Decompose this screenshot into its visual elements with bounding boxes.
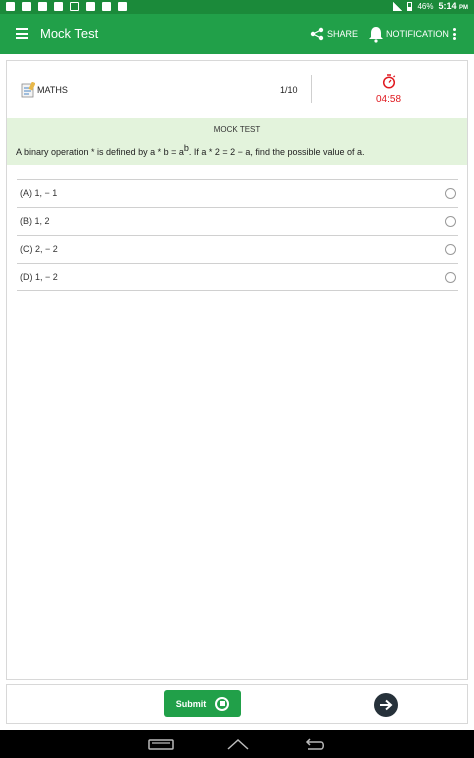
signal-icon xyxy=(393,1,403,11)
system-nav-bar xyxy=(0,730,474,758)
app-bar: Mock Test SHARE NOTIFICATION xyxy=(0,14,474,54)
clock: 5:14 PM xyxy=(438,1,468,11)
option-label: (A) 1, − 1 xyxy=(20,188,58,198)
radio-button[interactable] xyxy=(445,188,456,199)
section-label: MOCK TEST xyxy=(213,125,261,134)
option-label: (B) 1, 2 xyxy=(20,216,50,226)
question-panel: MOCK TEST A binary operation * is define… xyxy=(7,118,467,165)
share-button[interactable]: SHARE xyxy=(310,24,358,44)
option-a[interactable]: (A) 1, − 1 xyxy=(17,179,458,207)
radio-button[interactable] xyxy=(445,244,456,255)
submit-label: Submit xyxy=(175,698,207,709)
test-header: MATHS 1/10 04:58 xyxy=(7,61,467,117)
question-text: A binary operation * is defined by a * b… xyxy=(16,143,365,157)
option-label: (D) 1, − 2 xyxy=(20,272,58,282)
arrow-right-icon xyxy=(380,699,393,711)
bell-icon xyxy=(369,26,383,43)
gallery-notification-icon xyxy=(6,2,15,11)
notification-button[interactable]: NOTIFICATION xyxy=(368,24,449,44)
notification-label: NOTIFICATION xyxy=(386,29,449,39)
battery-percent: 46% xyxy=(417,1,434,11)
option-label: (C) 2, − 2 xyxy=(20,244,58,254)
submit-button[interactable]: Submit xyxy=(164,690,241,717)
radio-button[interactable] xyxy=(445,216,456,227)
stopwatch-icon xyxy=(382,74,396,89)
notification-icons xyxy=(6,2,127,11)
page-title: Mock Test xyxy=(40,26,99,41)
download-notification-icon xyxy=(70,2,79,11)
notebook-icon xyxy=(21,82,35,98)
question-card: MATHS 1/10 04:58 MOCK TEST A binary oper… xyxy=(6,60,468,680)
bottom-action-bar: Submit xyxy=(6,684,468,724)
subject-name: MATHS xyxy=(37,85,68,95)
menu-icon[interactable] xyxy=(16,28,28,39)
question-counter: 1/10 xyxy=(280,85,298,95)
stop-icon xyxy=(215,696,230,711)
share-icon xyxy=(310,27,324,41)
battery-icon xyxy=(407,1,413,11)
countdown-timer: 04:58 xyxy=(376,94,402,105)
recent-apps-icon[interactable] xyxy=(148,739,174,750)
blank-notification-icon xyxy=(118,2,127,11)
radio-button[interactable] xyxy=(445,272,456,283)
message-notification-icon xyxy=(54,2,63,11)
status-bar: 46% 5:14 PM xyxy=(0,0,474,14)
header-divider xyxy=(311,75,312,103)
chat-notification-icon xyxy=(86,2,95,11)
home-icon[interactable] xyxy=(226,737,250,751)
image-notification-icon xyxy=(22,2,31,11)
back-icon[interactable] xyxy=(302,738,326,751)
option-b[interactable]: (B) 1, 2 xyxy=(17,207,458,235)
option-c[interactable]: (C) 2, − 2 xyxy=(17,235,458,263)
option-d[interactable]: (D) 1, − 2 xyxy=(17,263,458,291)
mail-notification-icon xyxy=(38,2,47,11)
more-options-icon[interactable] xyxy=(450,26,458,42)
next-question-button[interactable] xyxy=(374,693,398,717)
answer-options: (A) 1, − 1 (B) 1, 2 (C) 2, − 2 (D) 1, − … xyxy=(17,179,458,291)
mail-notification-icon-2 xyxy=(102,2,111,11)
share-label: SHARE xyxy=(327,29,359,39)
